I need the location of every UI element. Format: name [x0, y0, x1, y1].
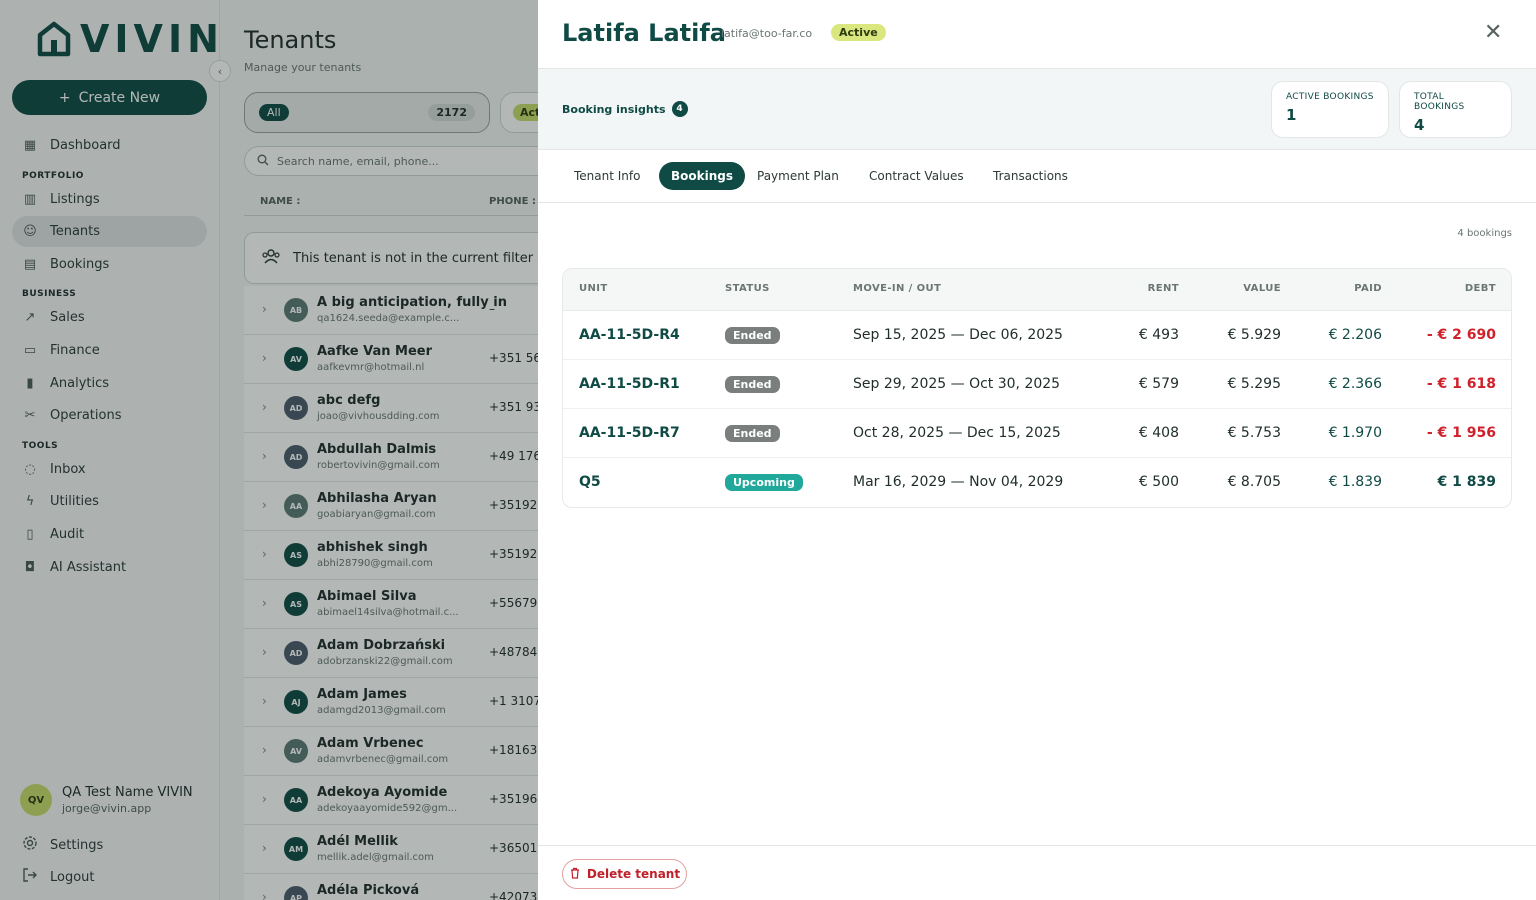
drawer-header: Latifa Latifa latifa@too-far.co Active ✕	[538, 0, 1536, 69]
status-badge: Active	[831, 24, 886, 41]
booking-debt: € 1 839	[1437, 474, 1496, 490]
booking-value: € 5.929	[1227, 327, 1281, 343]
bookings-table-header: UNIT STATUS MOVE-IN / OUT RENT VALUE PAI…	[563, 269, 1511, 311]
booking-unit[interactable]: AA-11-5D-R1	[579, 376, 680, 392]
bookings-table: UNIT STATUS MOVE-IN / OUT RENT VALUE PAI…	[562, 268, 1512, 508]
close-button[interactable]: ✕	[1484, 22, 1502, 44]
header-unit: UNIT	[579, 283, 608, 294]
booking-debt: - € 1 956	[1426, 425, 1496, 441]
stat-label: ACTIVE BOOKINGS	[1286, 92, 1374, 102]
insights-label: Booking insights	[562, 102, 666, 116]
booking-row[interactable]: AA-11-5D-R4 Ended Sep 15, 2025 — Dec 06, 2…	[563, 311, 1511, 360]
booking-row[interactable]: AA-11-5D-R7 Ended Oct 28, 2025 — Dec 15, 2…	[563, 409, 1511, 458]
header-status: STATUS	[725, 283, 770, 294]
booking-rent: € 493	[1138, 327, 1179, 343]
booking-debt: - € 1 618	[1426, 376, 1496, 392]
booking-paid: € 1.839	[1328, 474, 1382, 490]
tab-tenant-info[interactable]: Tenant Info	[562, 162, 652, 190]
booking-unit[interactable]: Q5	[579, 474, 601, 490]
booking-rent: € 408	[1138, 425, 1179, 441]
tab-payment-plan[interactable]: Payment Plan	[745, 162, 851, 190]
tab-contract-values[interactable]: Contract Values	[857, 162, 976, 190]
header-value: VALUE	[1243, 283, 1281, 294]
booking-paid: € 2.366	[1328, 376, 1382, 392]
insights-title: Booking insights 4	[562, 101, 688, 117]
bookings-table-body: AA-11-5D-R4 Ended Sep 15, 2025 — Dec 06, 2…	[563, 311, 1511, 507]
booking-debt: - € 2 690	[1426, 327, 1496, 343]
stat-label: TOTAL BOOKINGS	[1414, 92, 1465, 112]
header-debt: DEBT	[1464, 283, 1496, 294]
insights-count: 4	[671, 101, 688, 117]
booking-unit[interactable]: AA-11-5D-R7	[579, 425, 680, 441]
booking-dates: Oct 28, 2025 — Dec 15, 2025	[853, 425, 1061, 441]
booking-dates: Mar 16, 2029 — Nov 04, 2029	[853, 474, 1064, 490]
bookings-count: 4 bookings	[1457, 228, 1512, 239]
booking-rent: € 579	[1138, 376, 1179, 392]
booking-value: € 5.295	[1227, 376, 1281, 392]
booking-insights: Booking insights 4 ACTIVE BOOKINGS 1 TOT…	[538, 69, 1536, 150]
drawer-footer: Delete tenant	[538, 845, 1536, 900]
header-move-in-out: MOVE-IN / OUT	[853, 283, 942, 294]
stat-value: 1	[1286, 106, 1297, 124]
booking-value: € 8.705	[1227, 474, 1281, 490]
booking-row[interactable]: AA-11-5D-R1 Ended Sep 29, 2025 — Oct 30, 2…	[563, 360, 1511, 409]
booking-rent: € 500	[1138, 474, 1179, 490]
stat-value: 4	[1414, 116, 1425, 134]
header-paid: PAID	[1354, 283, 1382, 294]
booking-paid: € 2.206	[1328, 327, 1382, 343]
trash-icon	[569, 867, 581, 882]
booking-status-badge: Ended	[725, 425, 780, 442]
booking-dates: Sep 29, 2025 — Oct 30, 2025	[853, 376, 1061, 392]
booking-dates: Sep 15, 2025 — Dec 06, 2025	[853, 327, 1063, 343]
booking-status-badge: Upcoming	[725, 474, 803, 491]
delete-tenant-button[interactable]: Delete tenant	[562, 859, 687, 889]
booking-status-badge: Ended	[725, 376, 780, 393]
tenant-email: latifa@too-far.co	[721, 27, 813, 40]
booking-row[interactable]: Q5 Upcoming Mar 16, 2029 — Nov 04, 2029 € 5…	[563, 458, 1511, 507]
close-icon: ✕	[1484, 20, 1503, 45]
tab-bookings[interactable]: Bookings	[659, 162, 746, 190]
booking-paid: € 1.970	[1328, 425, 1382, 441]
modal-overlay[interactable]	[0, 0, 538, 900]
stat-active-bookings: ACTIVE BOOKINGS 1	[1271, 81, 1389, 138]
booking-value: € 5.753	[1227, 425, 1281, 441]
tab-transactions[interactable]: Transactions	[981, 162, 1080, 190]
booking-status-badge: Ended	[725, 327, 780, 344]
delete-tenant-label: Delete tenant	[586, 867, 681, 881]
header-rent: RENT	[1147, 283, 1179, 294]
tenant-name: Latifa Latifa	[562, 19, 727, 47]
booking-unit[interactable]: AA-11-5D-R4	[579, 327, 680, 343]
drawer-tabs: Tenant Info Bookings Payment Plan Contra…	[538, 150, 1536, 203]
tenant-drawer: Latifa Latifa latifa@too-far.co Active ✕…	[538, 0, 1536, 900]
stat-total-bookings: TOTAL BOOKINGS 4	[1399, 81, 1512, 138]
